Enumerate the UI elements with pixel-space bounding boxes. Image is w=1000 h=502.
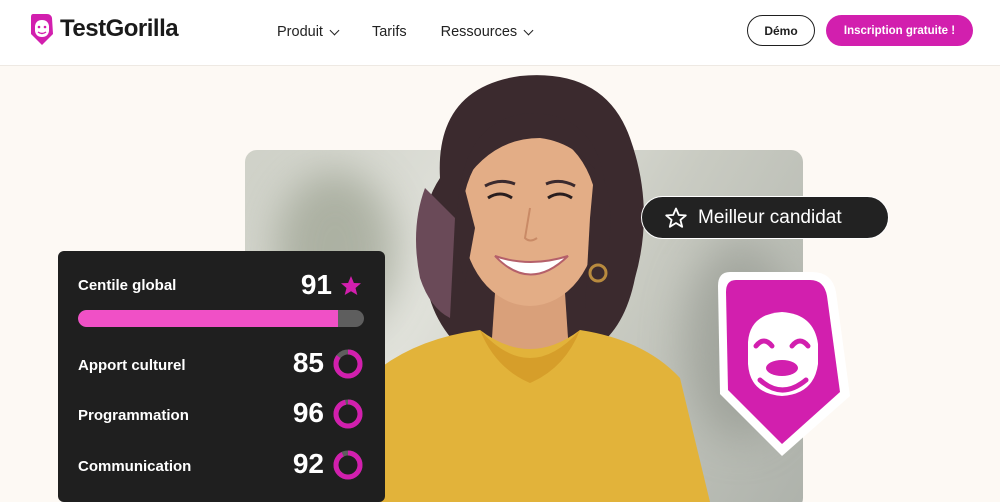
nav-item-tarifs[interactable]: Tarifs <box>372 24 407 40</box>
global-percentile-progress-bar <box>78 310 364 327</box>
candidate-photo <box>380 75 710 502</box>
nav-item-label: Produit <box>277 24 323 40</box>
nav-item-produit[interactable]: Produit <box>277 24 340 40</box>
score-ring-icon <box>333 349 363 379</box>
star-outline-icon <box>665 207 687 228</box>
candidate-score-card: Centile global 91 Apport culturel 85 Pro… <box>58 251 385 502</box>
star-icon <box>341 276 361 295</box>
nav-item-label: Tarifs <box>371 24 407 40</box>
score-label-programmation: Programmation <box>78 407 189 424</box>
score-ring-icon <box>333 450 363 480</box>
score-value-programmation: 96 <box>292 397 324 428</box>
main-nav: Produit Tarifs Ressources <box>277 24 534 40</box>
global-percentile-label: Centile global <box>78 277 177 294</box>
demo-button[interactable]: Démo <box>747 15 815 46</box>
signup-button[interactable]: Inscription gratuite ! <box>826 15 973 46</box>
badge-label: Meilleur candidat <box>698 206 842 228</box>
gorilla-mascot-icon <box>718 272 850 456</box>
brand-name: TestGorilla <box>60 15 179 42</box>
score-label-communication: Communication <box>78 458 192 475</box>
score-ring-icon <box>333 399 363 429</box>
progress-fill <box>78 310 339 327</box>
nav-item-label: Ressources <box>440 24 518 40</box>
chevron-down-icon <box>523 25 534 35</box>
nav-item-ressources[interactable]: Ressources <box>440 24 534 40</box>
chevron-down-icon <box>329 25 340 35</box>
best-candidate-badge: Meilleur candidat <box>641 196 889 239</box>
gorilla-logo-icon <box>31 14 53 45</box>
brand-logo[interactable]: TestGorilla <box>30 12 179 46</box>
score-value-communication: 92 <box>292 448 324 479</box>
score-label-apport-culturel: Apport culturel <box>78 357 186 374</box>
global-percentile-value: 91 <box>300 269 332 300</box>
score-value-apport-culturel: 85 <box>292 347 324 378</box>
top-navbar: TestGorilla Produit Tarifs Ressources Dé… <box>0 0 1000 66</box>
